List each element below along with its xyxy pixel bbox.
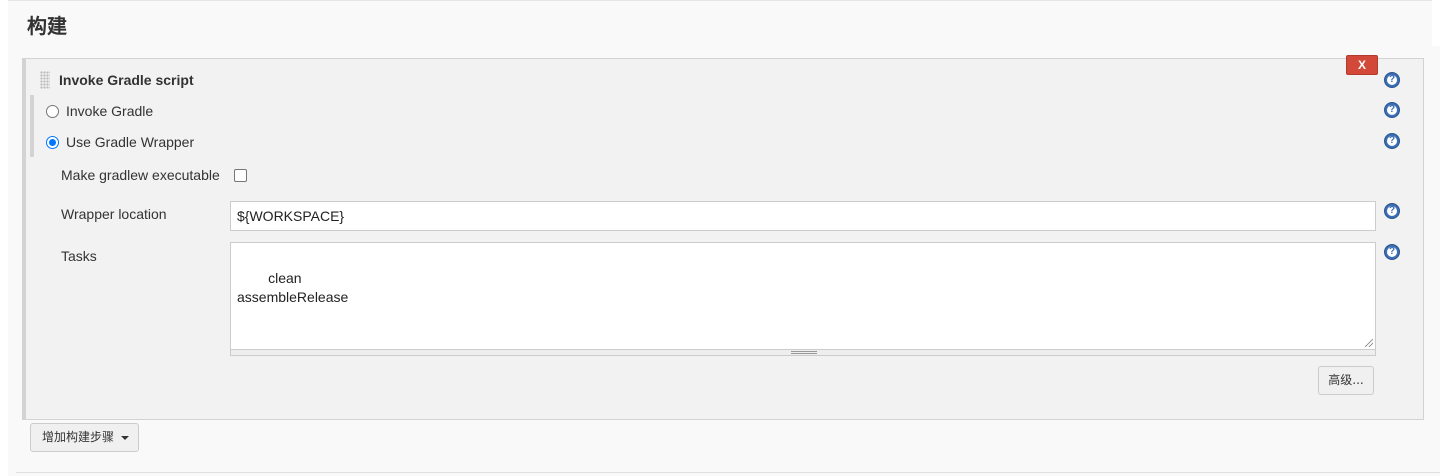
tasks-value: clean assembleRelease <box>237 270 349 305</box>
wrapper-location-label: Wrapper location <box>61 206 167 222</box>
advanced-button[interactable]: 高级... <box>1318 366 1374 395</box>
step-title: Invoke Gradle script <box>59 72 194 88</box>
radio-label: Invoke Gradle <box>66 103 154 119</box>
delete-step-button[interactable]: X <box>1346 55 1378 75</box>
build-section: 构建 Invoke Gradle script X ? Invoke Gradl… <box>8 0 1440 476</box>
radio-button[interactable] <box>46 104 59 118</box>
help-icon[interactable]: ? <box>1384 244 1400 260</box>
make-executable-label: Make gradlew executable <box>61 167 220 183</box>
drag-handle-icon[interactable] <box>40 71 50 89</box>
build-area: Invoke Gradle script X ? Invoke Gradle ?… <box>8 46 1440 476</box>
tasks-label: Tasks <box>61 248 97 264</box>
radio-invoke-gradle[interactable]: Invoke Gradle <box>46 100 153 122</box>
build-step-invoke-gradle: Invoke Gradle script X ? Invoke Gradle ?… <box>22 55 1424 420</box>
radio-label: Use Gradle Wrapper <box>66 134 195 150</box>
section-header: 构建 <box>8 0 1432 46</box>
caret-down-icon <box>121 436 129 440</box>
add-step-label: 增加构建步骤 <box>42 430 115 444</box>
help-icon[interactable]: ? <box>1384 72 1400 88</box>
section-title: 构建 <box>27 14 67 38</box>
help-icon[interactable]: ? <box>1384 203 1400 219</box>
tasks-textarea[interactable]: clean assembleRelease <box>230 242 1376 350</box>
radio-use-gradle-wrapper[interactable]: Use Gradle Wrapper <box>46 131 194 153</box>
radio-button-checked[interactable] <box>46 135 59 149</box>
grip-icon <box>791 351 817 354</box>
radio-group-indicator <box>30 95 34 157</box>
help-icon[interactable]: ? <box>1384 102 1400 118</box>
add-build-step-button[interactable]: 增加构建步骤 <box>30 423 139 452</box>
help-icon[interactable]: ? <box>1384 133 1400 149</box>
wrapper-location-input[interactable]: ${WORKSPACE} <box>230 201 1376 231</box>
textarea-resize-handle[interactable] <box>230 350 1376 356</box>
make-executable-checkbox[interactable] <box>234 169 247 182</box>
resize-corner-icon[interactable] <box>1365 339 1373 347</box>
divider <box>16 472 1440 473</box>
